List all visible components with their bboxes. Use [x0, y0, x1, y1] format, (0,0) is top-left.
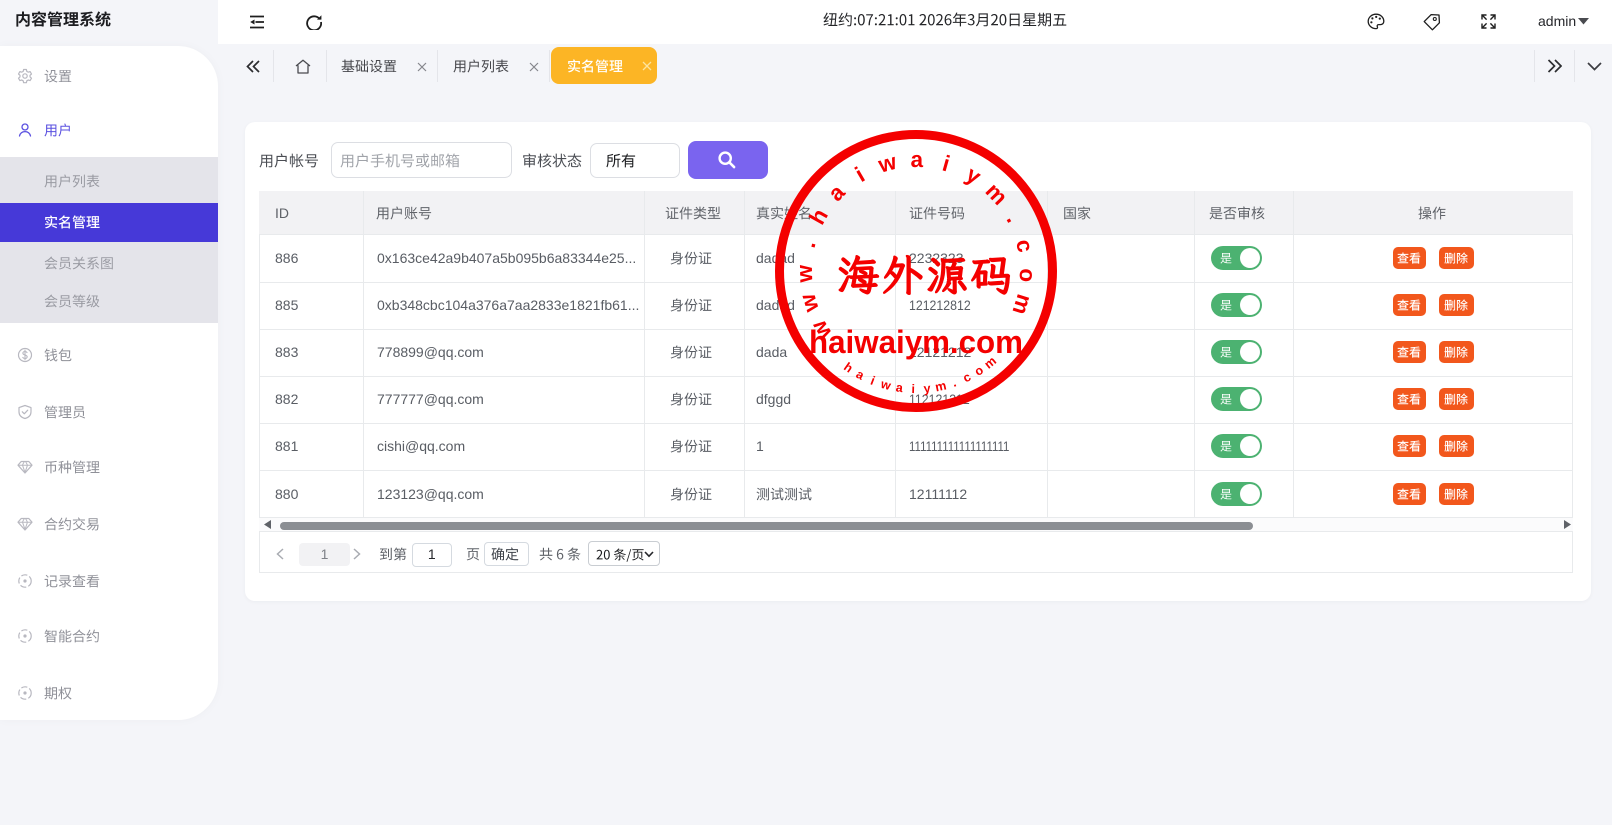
- svg-text:i: i: [911, 382, 915, 396]
- svg-text:a: a: [895, 380, 905, 395]
- svg-text:m: m: [981, 178, 1013, 210]
- svg-text:c: c: [1011, 237, 1038, 255]
- svg-text:i: i: [940, 151, 953, 177]
- svg-text:i: i: [868, 374, 876, 388]
- svg-text:w: w: [792, 264, 817, 284]
- svg-text:h: h: [841, 360, 855, 376]
- svg-text:i: i: [851, 162, 869, 187]
- svg-text:.: .: [950, 376, 958, 390]
- svg-text:a: a: [910, 147, 923, 172]
- svg-text:y: y: [923, 381, 931, 396]
- svg-text:m: m: [1007, 291, 1037, 318]
- svg-text:w: w: [795, 291, 824, 316]
- svg-text:a: a: [823, 179, 850, 206]
- svg-text:m: m: [934, 378, 948, 394]
- svg-text:.: .: [795, 238, 821, 250]
- svg-text:w: w: [878, 377, 892, 393]
- svg-text:o: o: [1015, 268, 1041, 283]
- svg-text:w: w: [875, 149, 900, 178]
- svg-text:a: a: [854, 367, 868, 383]
- svg-text:h: h: [804, 205, 833, 229]
- svg-text:.: .: [1002, 209, 1027, 226]
- svg-text:haiwaiym.com: haiwaiym.com: [809, 324, 1023, 360]
- svg-text:y: y: [962, 162, 986, 190]
- svg-text:c: c: [961, 370, 973, 386]
